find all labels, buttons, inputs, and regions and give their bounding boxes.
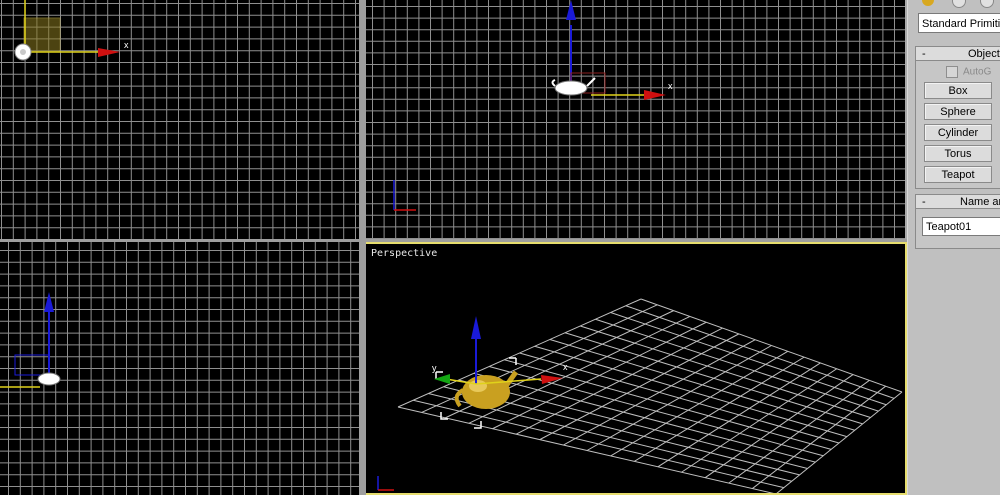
box-button[interactable]: Box bbox=[924, 82, 992, 99]
y-axis-letter: y bbox=[432, 363, 437, 373]
teapot-front-view bbox=[554, 80, 588, 96]
autogrid-label: AutoG bbox=[963, 66, 992, 78]
viewport-vertical-divider[interactable] bbox=[359, 0, 366, 495]
left-grid bbox=[0, 242, 359, 495]
teapot-left-view bbox=[37, 372, 61, 386]
name-and-color-rollout-header[interactable]: - Name ar bbox=[915, 194, 1000, 209]
autogrid-checkbox[interactable]: AutoG bbox=[946, 66, 991, 78]
hierarchy-tab-icon[interactable] bbox=[980, 0, 994, 8]
viewport-horizontal-divider[interactable] bbox=[0, 239, 907, 242]
x-axis-letter: x bbox=[563, 362, 568, 372]
z-axis-arrow bbox=[44, 292, 54, 312]
torus-button[interactable]: Torus bbox=[924, 145, 992, 162]
category-dropdown[interactable]: Standard Primitiv bbox=[918, 13, 1000, 33]
create-tab-icon[interactable] bbox=[922, 0, 934, 6]
sphere-button[interactable]: Sphere bbox=[924, 103, 992, 120]
grid-line bbox=[704, 374, 854, 479]
grid-line bbox=[728, 379, 870, 484]
teapot-handle bbox=[454, 388, 465, 408]
left-viewport[interactable] bbox=[0, 242, 359, 495]
teapot-button[interactable]: Teapot bbox=[924, 166, 992, 183]
front-viewport-canvas: x bbox=[366, 0, 905, 239]
top-viewport-canvas: x bbox=[0, 0, 359, 239]
teapot-lid bbox=[20, 49, 26, 55]
checkbox-box[interactable] bbox=[946, 66, 958, 78]
front-grid bbox=[366, 0, 905, 239]
object-type-rollout-header[interactable]: - Object bbox=[915, 46, 1000, 61]
object-name-input[interactable]: Teapot01 bbox=[922, 217, 1000, 236]
teapot-body bbox=[462, 375, 510, 409]
rollout-title: Name ar bbox=[960, 196, 1000, 208]
x-axis-letter: x bbox=[124, 40, 129, 50]
left-viewport-canvas bbox=[0, 242, 359, 495]
teapot-handle bbox=[551, 79, 556, 87]
front-viewport[interactable]: x bbox=[366, 0, 905, 239]
rollout-toggle: - bbox=[922, 48, 926, 60]
teapot-highlight bbox=[469, 380, 487, 392]
top-viewport[interactable]: x bbox=[0, 0, 359, 239]
rollout-toggle: - bbox=[922, 196, 926, 208]
command-panel: Standard Primitiv - Object AutoG Box Sph… bbox=[907, 0, 1000, 495]
modify-tab-icon[interactable] bbox=[952, 0, 966, 8]
perspective-viewport-canvas: x y bbox=[377, 298, 903, 493]
rollout-title: Object bbox=[968, 48, 1000, 60]
z-axis-arrow bbox=[471, 316, 481, 339]
x-axis-arrow bbox=[98, 48, 120, 57]
teapot-spout bbox=[586, 77, 596, 87]
z-axis-arrow bbox=[566, 0, 576, 20]
x-axis-letter: x bbox=[668, 81, 673, 91]
perspective-viewport[interactable]: Perspective x y bbox=[364, 242, 907, 495]
cylinder-button[interactable]: Cylinder bbox=[924, 124, 992, 141]
